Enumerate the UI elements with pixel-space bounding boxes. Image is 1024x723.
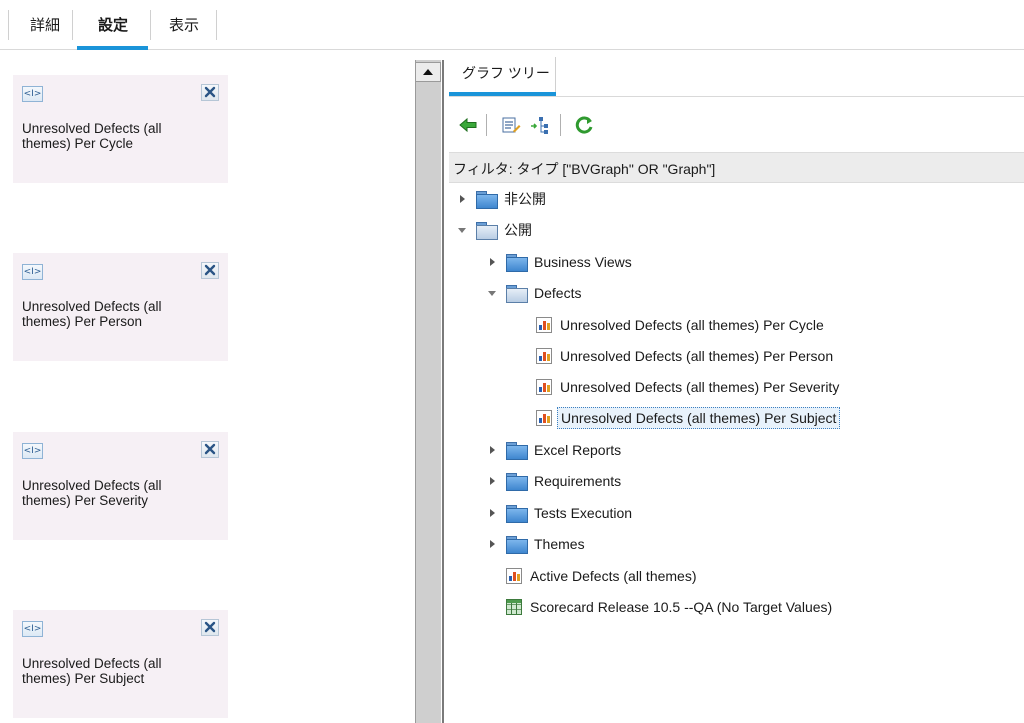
tree-item-private[interactable]: 非公開 (456, 186, 546, 212)
folder-icon (506, 473, 528, 491)
tree-item-label: Unresolved Defects (all themes) Per Subj… (557, 407, 841, 429)
graph-card[interactable]: <I> Unresolved Defects (all themes) Per … (13, 432, 228, 540)
tree-item-business-views[interactable]: Business Views (486, 249, 632, 275)
tree-item-graph[interactable]: Unresolved Defects (all themes) Per Pers… (516, 343, 833, 369)
card-title: Unresolved Defects (all themes) Per Pers… (22, 299, 162, 329)
filter-text: フィルタ: タイプ ["BVGraph" OR "Graph"] (453, 161, 716, 177)
code-icon[interactable]: <I> (22, 443, 43, 459)
expand-arrow-icon[interactable] (486, 474, 500, 488)
bar-chart-icon (536, 348, 552, 364)
tree-item-excel-reports[interactable]: Excel Reports (486, 437, 621, 463)
tree-item-label: Unresolved Defects (all themes) Per Cycl… (560, 317, 824, 333)
tree-toolbar (449, 106, 1024, 144)
tab-divider (72, 10, 73, 40)
tree-item-label: Defects (534, 285, 582, 301)
graph-card[interactable]: <I> Unresolved Defects (all themes) Per … (13, 610, 228, 718)
filter-bar: フィルタ: タイプ ["BVGraph" OR "Graph"] (449, 152, 1024, 183)
code-icon[interactable]: <I> (22, 264, 43, 280)
expand-arrow-icon[interactable] (486, 537, 500, 551)
expand-arrow-icon[interactable] (486, 506, 500, 520)
open-folder-icon (476, 222, 498, 240)
tree-item-label: Unresolved Defects (all themes) Per Pers… (560, 348, 834, 364)
tab-divider (8, 10, 9, 40)
toolbar-divider (560, 114, 561, 136)
tab-details[interactable]: 詳細 (24, 14, 66, 38)
tree-item-label: 非公開 (504, 191, 546, 207)
close-icon[interactable] (201, 619, 219, 636)
graph-card[interactable]: <I> Unresolved Defects (all themes) Per … (13, 253, 228, 361)
active-tab-indicator (77, 46, 148, 50)
tab-settings[interactable]: 設定 (84, 14, 142, 38)
tab-divider (216, 10, 217, 40)
code-icon[interactable]: <I> (22, 86, 43, 102)
tab-display[interactable]: 表示 (160, 14, 208, 38)
tree-item-label: Tests Execution (534, 505, 633, 521)
tree-item-defects[interactable]: Defects (486, 280, 581, 306)
tree-item-graph-selected[interactable]: Unresolved Defects (all themes) Per Subj… (516, 405, 841, 431)
scrollbar-track[interactable] (415, 60, 441, 723)
scorecard-grid-icon (506, 599, 522, 615)
tree-item-requirements[interactable]: Requirements (486, 468, 621, 494)
folder-icon (506, 254, 528, 272)
close-icon[interactable] (201, 262, 219, 279)
tab-bar: 詳細 設定 表示 (0, 0, 1024, 50)
tree-item-label: Business Views (534, 254, 632, 270)
collapse-arrow-icon[interactable] (486, 286, 500, 300)
tree-item-graph[interactable]: Unresolved Defects (all themes) Per Seve… (516, 374, 839, 400)
graph-card[interactable]: <I> Unresolved Defects (all themes) Per … (13, 75, 228, 183)
tree-item-themes[interactable]: Themes (486, 531, 585, 557)
card-title: Unresolved Defects (all themes) Per Seve… (22, 478, 162, 508)
card-title: Unresolved Defects (all themes) Per Cycl… (22, 121, 162, 151)
tree-item-label: Active Defects (all themes) (530, 568, 697, 584)
tree-item-label: Requirements (534, 473, 622, 489)
expand-arrow-icon[interactable] (456, 192, 470, 206)
bar-chart-icon (536, 317, 552, 333)
folder-icon (506, 442, 528, 460)
tree-item-label: 公開 (504, 222, 532, 238)
folder-icon (506, 505, 528, 523)
edit-list-icon[interactable] (500, 114, 522, 136)
card-title: Unresolved Defects (all themes) Per Subj… (22, 656, 162, 686)
divider (449, 96, 1024, 97)
panel-splitter[interactable] (414, 60, 447, 723)
tree-item-graph[interactable]: Unresolved Defects (all themes) Per Cycl… (516, 312, 824, 338)
folder-icon (476, 191, 498, 209)
close-icon[interactable] (201, 84, 219, 101)
collapse-arrow-icon[interactable] (456, 223, 470, 237)
bar-chart-icon (506, 568, 522, 584)
tree-item-scorecard[interactable]: Scorecard Release 10.5 --QA (No Target V… (486, 594, 832, 620)
tab-graph-tree[interactable]: グラフ ツリー (449, 57, 556, 97)
expand-arrow-icon[interactable] (486, 443, 500, 457)
tree-item-tests-execution[interactable]: Tests Execution (486, 500, 632, 526)
splitter-divider (442, 60, 444, 723)
open-folder-icon (506, 285, 528, 303)
refresh-icon[interactable] (573, 114, 595, 136)
expand-arrow-icon[interactable] (486, 255, 500, 269)
graph-tree-tab-label: グラフ ツリー (462, 65, 550, 81)
toolbar-divider (486, 114, 487, 136)
tree-structure-icon[interactable] (529, 114, 551, 136)
tree-item-label: Themes (534, 536, 585, 552)
tree-item-label: Unresolved Defects (all themes) Per Seve… (560, 379, 840, 395)
bar-chart-icon (536, 379, 552, 395)
tree-item-label: Excel Reports (534, 442, 622, 458)
tree-item-public[interactable]: 公開 (456, 217, 532, 243)
bar-chart-icon (536, 410, 552, 426)
folder-icon (506, 536, 528, 554)
tree-item-active-defects[interactable]: Active Defects (all themes) (486, 563, 697, 589)
tab-divider (150, 10, 151, 40)
tree-item-label: Scorecard Release 10.5 --QA (No Target V… (530, 599, 833, 615)
scroll-up-button[interactable] (415, 62, 441, 82)
code-icon[interactable]: <I> (22, 621, 43, 637)
close-icon[interactable] (201, 441, 219, 458)
back-arrow-icon[interactable] (457, 114, 479, 136)
